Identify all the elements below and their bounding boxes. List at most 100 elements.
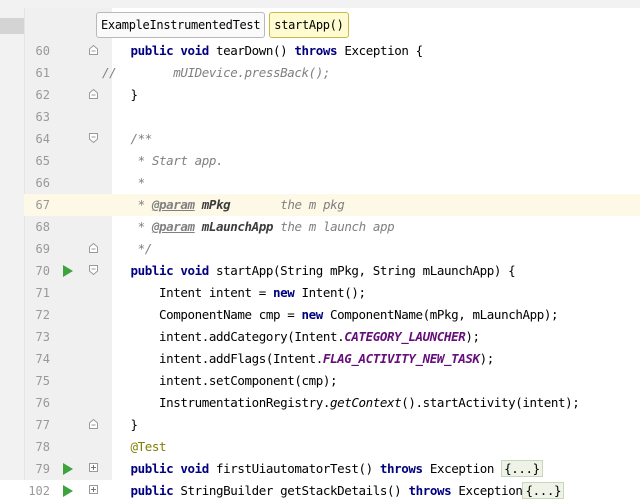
code-line[interactable]: 62 } xyxy=(24,84,640,106)
code-token: CATEGORY_LAUNCHER xyxy=(344,329,466,344)
code-line[interactable]: 70 public void startApp(String mPkg, Str… xyxy=(24,260,640,282)
code-line[interactable]: 69 */ xyxy=(24,238,640,260)
code-token: */ xyxy=(102,241,153,256)
line-number: 61 xyxy=(35,66,50,80)
code-token: intent.addFlags(Intent. xyxy=(102,351,323,366)
code-token: ); xyxy=(479,351,495,366)
code-token: ComponentName cmp = xyxy=(102,307,302,322)
code-text: public StringBuilder getStackDetails() t… xyxy=(102,480,565,502)
run-test-icon[interactable] xyxy=(63,463,73,475)
line-number: 69 xyxy=(35,242,50,256)
code-text: Intent intent = new Intent(); xyxy=(102,282,366,304)
collapse-fold-icon[interactable] xyxy=(89,89,98,99)
code-line[interactable]: 79 public void firstUiautomatorTest() th… xyxy=(24,458,640,480)
code-text: } xyxy=(102,414,139,436)
code-line[interactable]: 73 intent.addCategory(Intent.CATEGORY_LA… xyxy=(24,326,640,348)
code-token: ); xyxy=(465,329,480,344)
code-token: public void xyxy=(130,263,210,278)
code-token: * Start app. xyxy=(102,153,224,168)
collapse-fold-icon[interactable] xyxy=(89,419,98,429)
code-token: Exception xyxy=(422,461,502,476)
code-text: intent.addCategory(Intent.CATEGORY_LAUNC… xyxy=(102,326,480,348)
code-text: */ xyxy=(102,238,153,260)
code-text: * @param mLaunchApp the m launch app xyxy=(102,216,395,238)
code-token: throws xyxy=(379,461,423,476)
code-token: throws xyxy=(408,483,452,498)
code-text: public void tearDown() throws Exception … xyxy=(102,40,424,62)
line-number: 73 xyxy=(35,330,50,344)
collapse-fold-icon[interactable] xyxy=(89,133,98,143)
run-test-icon[interactable] xyxy=(63,265,73,277)
line-number: 79 xyxy=(35,462,50,476)
line-number: 74 xyxy=(35,352,50,366)
code-line[interactable]: 78 @Test xyxy=(24,436,640,458)
breadcrumb-method[interactable]: startApp() xyxy=(269,12,349,38)
line-number: 77 xyxy=(35,418,50,432)
strip-marker xyxy=(0,18,24,34)
code-line[interactable]: 75 intent.setComponent(cmp); xyxy=(24,370,640,392)
run-test-icon[interactable] xyxy=(63,485,73,497)
breadcrumb-class[interactable]: ExampleInstrumentedTest xyxy=(96,12,266,38)
code-token: Exception xyxy=(451,483,523,498)
code-token: ComponentName(mPkg, mLaunchApp); xyxy=(322,307,559,322)
code-token: @param xyxy=(151,219,195,234)
line-number: 65 xyxy=(35,154,50,168)
line-number: 63 xyxy=(35,110,50,124)
code-token: the m pkg xyxy=(230,197,345,212)
expand-fold-icon[interactable] xyxy=(89,463,98,473)
code-line[interactable]: 76 InstrumentationRegistry.getContext().… xyxy=(24,392,640,414)
code-line[interactable]: 66 * xyxy=(24,172,640,194)
collapse-fold-icon[interactable] xyxy=(89,265,98,275)
code-line[interactable]: 102 public StringBuilder getStackDetails… xyxy=(24,480,640,502)
code-token: /** xyxy=(130,131,153,146)
code-token: tearDown() xyxy=(208,43,295,58)
code-token: the m launch app xyxy=(273,219,395,234)
line-number: 70 xyxy=(35,264,50,278)
code-text: public void startApp(String mPkg, String… xyxy=(102,260,516,282)
code-line[interactable]: 64 /** xyxy=(24,128,640,150)
line-number: 76 xyxy=(35,396,50,410)
tool-window-strip xyxy=(0,0,25,480)
code-text: intent.addFlags(Intent.FLAG_ACTIVITY_NEW… xyxy=(102,348,494,370)
code-text: ComponentName cmp = new ComponentName(mP… xyxy=(102,304,558,326)
code-token: firstUiautomatorTest() xyxy=(208,461,380,476)
line-number: 71 xyxy=(35,286,50,300)
code-line[interactable]: 67 * @param mPkg the m pkg xyxy=(24,194,640,216)
code-token: startApp(String mPkg, String mLaunchApp)… xyxy=(208,263,516,278)
code-line[interactable]: 74 intent.addFlags(Intent.FLAG_ACTIVITY_… xyxy=(24,348,640,370)
code-line[interactable]: 65 * Start app. xyxy=(24,150,640,172)
expand-fold-icon[interactable] xyxy=(89,485,98,495)
code-line[interactable]: 60 public void tearDown() throws Excepti… xyxy=(24,40,640,62)
code-token: throws xyxy=(294,43,338,58)
code-line[interactable]: 61 // mUIDevice.pressBack(); xyxy=(24,62,640,84)
code-token: new xyxy=(301,307,324,322)
collapse-fold-icon[interactable] xyxy=(89,243,98,253)
code-line[interactable]: 72 ComponentName cmp = new ComponentName… xyxy=(24,304,640,326)
line-number: 66 xyxy=(35,176,50,190)
collapse-fold-icon[interactable] xyxy=(89,45,98,55)
code-line[interactable]: 71 Intent intent = new Intent(); xyxy=(24,282,640,304)
code-token: Exception { xyxy=(337,43,423,58)
code-token: * xyxy=(102,219,152,234)
code-token[interactable]: {...} xyxy=(522,482,565,499)
code-token: new xyxy=(273,285,295,300)
code-line[interactable]: 68 * @param mLaunchApp the m launch app xyxy=(24,216,640,238)
code-token: intent.setComponent(cmp); xyxy=(102,373,338,388)
code-token: public void xyxy=(130,461,210,476)
code-token[interactable]: {...} xyxy=(501,460,543,477)
breadcrumb: ExampleInstrumentedTest startApp() xyxy=(96,12,349,38)
code-token: @Test xyxy=(130,439,167,454)
code-lines: 60 public void tearDown() throws Excepti… xyxy=(24,40,640,502)
code-line[interactable]: 77 } xyxy=(24,414,640,436)
code-line[interactable]: 63 xyxy=(24,106,640,128)
code-token: } xyxy=(102,87,139,102)
code-token: public xyxy=(130,483,174,498)
code-text: * Start app. xyxy=(102,150,224,172)
code-text: /** xyxy=(102,128,153,150)
code-token: getContext xyxy=(330,395,402,410)
